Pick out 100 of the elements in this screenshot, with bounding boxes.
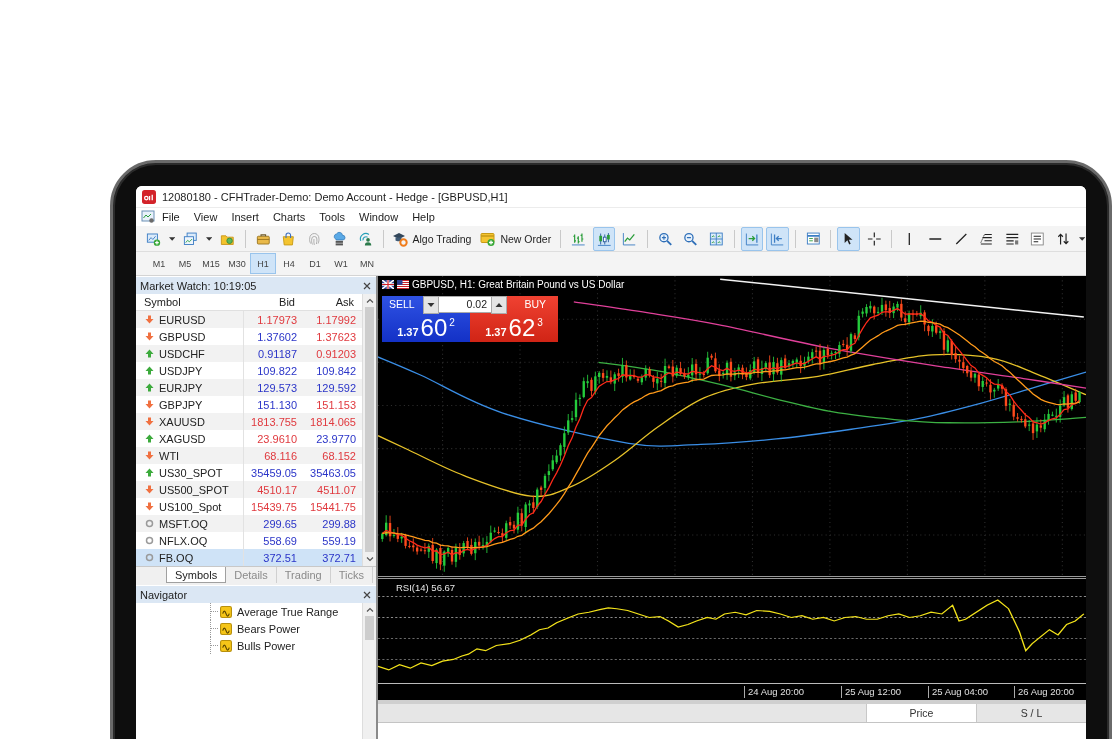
bid-price: 1.17973 bbox=[257, 313, 298, 326]
ask-price: 4511.07 bbox=[317, 483, 357, 496]
bid-price: 15439.75 bbox=[251, 500, 298, 513]
ask-price: 129.592 bbox=[316, 381, 357, 394]
symbol-name: EURUSD bbox=[159, 313, 206, 326]
spinner-up-icon[interactable] bbox=[491, 296, 507, 314]
column-header: S / L bbox=[976, 704, 1086, 722]
symbol-name: WTI bbox=[159, 449, 180, 462]
chart-shift-icon[interactable] bbox=[766, 226, 789, 251]
timeframe-tab[interactable]: W1 bbox=[328, 253, 354, 274]
market-row[interactable]: MSFT.OQ 299.65 299.88 bbox=[136, 515, 362, 532]
chevron-up-icon[interactable] bbox=[365, 298, 374, 303]
menu-item[interactable]: Insert bbox=[224, 211, 266, 223]
panel-tab[interactable]: Symbols bbox=[166, 567, 227, 583]
symbol-name: EURJPY bbox=[159, 381, 203, 394]
candlestick-icon[interactable] bbox=[592, 226, 616, 251]
spinner-down-icon[interactable] bbox=[423, 296, 439, 314]
bid-price: 68.116 bbox=[264, 449, 298, 462]
new-order-button[interactable]: New Order bbox=[477, 227, 555, 250]
symbol-name: XAUUSD bbox=[159, 415, 205, 428]
timeframe-tab[interactable]: D1 bbox=[302, 253, 328, 274]
timeframe-tab[interactable]: M1 bbox=[146, 253, 172, 274]
function-icon bbox=[220, 605, 232, 618]
scrollbar-thumb[interactable] bbox=[365, 616, 374, 640]
symbol-name: XAGUSD bbox=[159, 432, 206, 445]
timeframe-tab[interactable]: M5 bbox=[172, 253, 198, 274]
symbol-name: GBPJPY bbox=[159, 398, 203, 411]
chart-title: GBPUSD, H1: Great Britain Pound vs US Dollar bbox=[412, 279, 625, 290]
market-row[interactable]: XAUUSD 1813.755 1814.065 bbox=[136, 413, 362, 430]
menu-item[interactable]: Charts bbox=[265, 211, 313, 223]
chart-window-icon[interactable] bbox=[141, 210, 155, 224]
chevron-up-icon[interactable] bbox=[365, 607, 374, 612]
ask-price: 68.152 bbox=[322, 449, 357, 462]
scrollbar[interactable] bbox=[362, 294, 376, 566]
ask-price: 559.19 bbox=[322, 534, 357, 547]
cursor-icon[interactable] bbox=[837, 226, 860, 251]
caret-down-icon[interactable] bbox=[1078, 236, 1085, 241]
symbol-name: MSFT.OQ bbox=[159, 517, 208, 530]
time-label: 26 Aug 20:00 bbox=[1014, 686, 1074, 698]
bid-price: 1813.755 bbox=[251, 415, 298, 428]
bid-price: 1.37602 bbox=[257, 330, 298, 343]
flag-icon bbox=[397, 280, 409, 289]
ask-price: 35463.05 bbox=[310, 466, 357, 479]
function-icon bbox=[220, 639, 232, 652]
ask-price: 1.17992 bbox=[316, 313, 357, 326]
up-arrow-icon bbox=[145, 468, 154, 477]
symbol-name: US30_SPOT bbox=[159, 466, 223, 479]
caret-down-icon[interactable] bbox=[205, 236, 212, 241]
caret-down-icon[interactable] bbox=[168, 236, 175, 241]
navigator-item[interactable]: Average True Range bbox=[136, 603, 339, 620]
market-row[interactable]: WTI 68.116 68.152 bbox=[136, 447, 362, 464]
up-arrow-icon bbox=[145, 434, 154, 443]
bid-price: 299.65 bbox=[263, 517, 298, 530]
timeframe-tab[interactable]: M30 bbox=[224, 253, 250, 274]
menu-item[interactable]: Help bbox=[405, 211, 442, 223]
algo-trading-button[interactable]: Algo Trading bbox=[389, 227, 475, 250]
market-row[interactable]: USDCHF 0.91187 0.91203 bbox=[136, 345, 362, 362]
timeframe-tab[interactable]: MN bbox=[354, 253, 380, 274]
symbol-name: US100_Spot bbox=[159, 500, 222, 513]
scrollbar[interactable] bbox=[362, 603, 376, 739]
bid-price: 23.9610 bbox=[257, 432, 298, 445]
market-row[interactable]: EURUSD 1.17973 1.17992 bbox=[136, 311, 362, 328]
timeframe-tab[interactable]: H1 bbox=[250, 253, 276, 274]
bid-price: 4510.17 bbox=[257, 483, 298, 496]
chevron-down-icon[interactable] bbox=[365, 557, 374, 562]
symbol-name: USDJPY bbox=[159, 364, 203, 377]
function-icon bbox=[220, 622, 232, 635]
ask-price: 1.37623 bbox=[316, 330, 357, 343]
close-icon[interactable] bbox=[363, 281, 371, 290]
bid-price: 558.69 bbox=[263, 534, 298, 547]
circle-icon bbox=[145, 519, 154, 528]
auto-scroll-icon[interactable] bbox=[740, 226, 764, 251]
market-row[interactable]: US500_SPOT 4510.17 4511.07 bbox=[136, 481, 362, 498]
market-row[interactable]: EURJPY 129.573 129.592 bbox=[136, 379, 362, 396]
time-label: 25 Aug 12:00 bbox=[841, 686, 901, 698]
menu-item[interactable]: Tools bbox=[312, 211, 352, 223]
scrollbar-thumb[interactable] bbox=[365, 307, 374, 552]
ask-price: 15441.75 bbox=[310, 500, 357, 513]
timeframe-tab[interactable]: M15 bbox=[198, 253, 224, 274]
ask-price: 1814.065 bbox=[310, 415, 357, 428]
ask-price: 109.842 bbox=[316, 364, 357, 377]
ask-price: 0.91203 bbox=[316, 347, 357, 360]
menu-item[interactable]: View bbox=[186, 211, 225, 223]
menu-item[interactable]: Window bbox=[352, 211, 406, 223]
circle-icon bbox=[145, 536, 154, 545]
navigator-item[interactable]: Bears Power bbox=[136, 620, 300, 637]
symbol-name: GBPUSD bbox=[159, 330, 206, 343]
lot-size-field[interactable]: 0.02 bbox=[439, 296, 491, 313]
navigator-item[interactable]: Bulls Power bbox=[136, 637, 296, 654]
menu-item[interactable]: File bbox=[155, 211, 187, 223]
timeframe-tab[interactable]: H4 bbox=[276, 253, 302, 274]
bid-price: 35459.05 bbox=[251, 466, 298, 479]
close-icon[interactable] bbox=[363, 590, 371, 599]
bid-price: 151.130 bbox=[257, 398, 298, 411]
panel-title: Market Watch: 10:19:05 bbox=[140, 279, 257, 292]
column-header: Ask bbox=[334, 296, 355, 308]
window-title: 12080180 - CFHTrader-Demo: Demo Account - Hedge - [GBPUSD,H1] bbox=[162, 190, 508, 203]
bid-price: 0.91187 bbox=[258, 347, 298, 360]
market-row[interactable]: FB.OQ 372.51 372.71 bbox=[136, 549, 362, 566]
indicator-label: RSI(14) 56.67 bbox=[396, 582, 456, 593]
